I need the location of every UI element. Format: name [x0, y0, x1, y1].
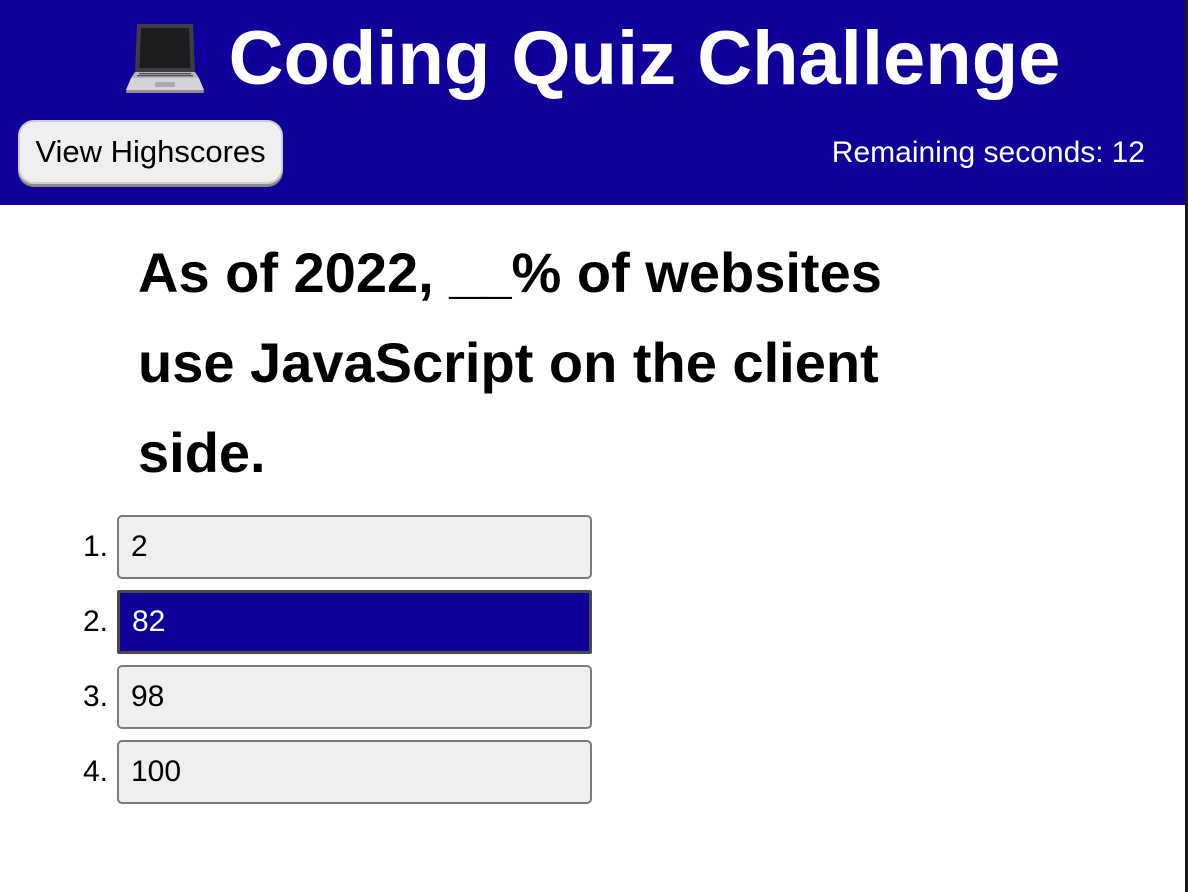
page-title: Coding Quiz Challenge [0, 14, 1185, 104]
answer-item: 4. 100 [0, 740, 700, 804]
answer-number: 3. [82, 680, 108, 713]
header-bar: Coding Quiz Challenge View Highscores Re… [0, 0, 1185, 205]
answer-number: 1. [82, 530, 108, 563]
answer-number: 2. [82, 605, 108, 638]
answer-button-4[interactable]: 100 [117, 740, 592, 804]
view-highscores-button[interactable]: View Highscores [18, 120, 283, 184]
answer-number: 4. [82, 755, 108, 788]
answer-item: 3. 98 [0, 665, 700, 729]
page-title-text: Coding Quiz Challenge [228, 16, 1061, 101]
timer-value: 12 [1111, 136, 1145, 169]
answer-item: 2. 82 [0, 590, 700, 654]
laptop-icon [125, 20, 205, 96]
answer-button-3[interactable]: 98 [117, 665, 592, 729]
answer-button-2[interactable]: 82 [117, 590, 592, 654]
question-text: As of 2022, __% of websites use JavaScri… [138, 241, 882, 484]
answer-button-1[interactable]: 2 [117, 515, 592, 579]
timer: Remaining seconds: 12 [832, 134, 1145, 172]
timer-label: Remaining seconds: [831, 136, 1104, 169]
page: Coding Quiz Challenge View Highscores Re… [0, 0, 1188, 892]
answer-list: 1. 2 2. 82 3. 98 4. 100 [0, 515, 700, 815]
answer-item: 1. 2 [0, 515, 700, 579]
